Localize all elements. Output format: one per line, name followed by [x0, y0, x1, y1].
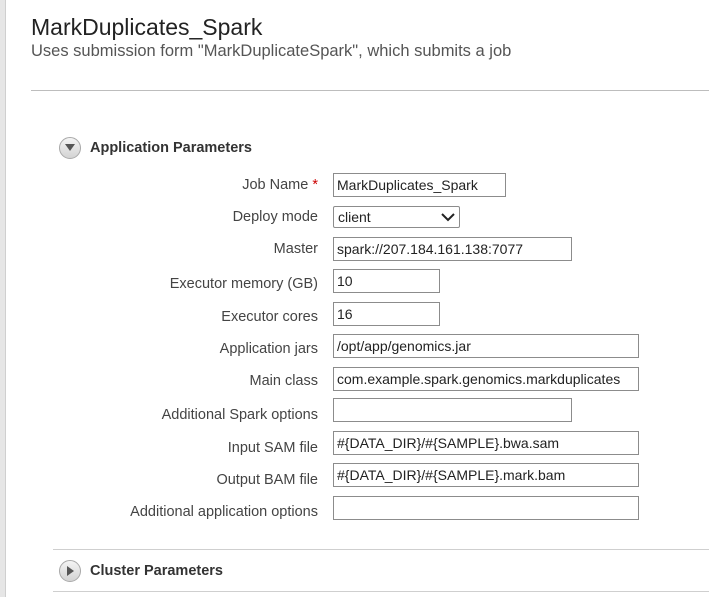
section-divider	[53, 549, 709, 550]
job-name-label: Job Name *	[242, 177, 318, 193]
application-parameters-header[interactable]: Application Parameters	[59, 137, 252, 159]
deploy-mode-label: Deploy mode	[232, 209, 318, 225]
master-input[interactable]: spark://207.184.161.138:7077	[333, 237, 572, 261]
additional-spark-options-label: Additional Spark options	[161, 407, 318, 423]
executor-cores-input[interactable]: 16	[333, 302, 440, 326]
executor-cores-row: Executor cores 16	[0, 302, 709, 326]
additional-application-options-input[interactable]	[333, 496, 639, 520]
additional-spark-options-row: Additional Spark options	[0, 398, 709, 423]
application-jars-label: Application jars	[219, 341, 318, 357]
main-class-input[interactable]: com.example.spark.genomics.markduplicate…	[333, 367, 639, 391]
input-sam-file-row: Input SAM file #{DATA_DIR}/#{SAMPLE}.bwa…	[0, 431, 709, 456]
job-name-input[interactable]: MarkDuplicates_Spark	[333, 173, 506, 197]
cluster-parameters-header[interactable]: Cluster Parameters	[59, 560, 223, 582]
output-bam-file-input[interactable]: #{DATA_DIR}/#{SAMPLE}.mark.bam	[333, 463, 639, 487]
deploy-mode-value: client	[338, 209, 371, 225]
application-jars-row: Application jars /opt/app/genomics.jar	[0, 334, 709, 358]
main-class-label: Main class	[249, 373, 319, 389]
deploy-mode-row: Deploy mode client	[0, 205, 709, 229]
deploy-mode-select[interactable]: client	[333, 206, 460, 228]
cluster-parameters-label: Cluster Parameters	[90, 563, 223, 579]
executor-memory-label: Executor memory (GB)	[169, 276, 318, 292]
section-divider-bottom	[53, 591, 709, 592]
application-jars-input[interactable]: /opt/app/genomics.jar	[333, 334, 639, 358]
executor-cores-label: Executor cores	[221, 309, 318, 325]
chevron-down-icon	[441, 209, 455, 225]
executor-memory-row: Executor memory (GB) 10	[0, 269, 709, 293]
executor-memory-input[interactable]: 10	[333, 269, 440, 293]
header-divider	[31, 90, 709, 91]
master-label: Master	[273, 241, 318, 257]
output-bam-file-label: Output BAM file	[216, 472, 318, 488]
input-sam-file-label: Input SAM file	[227, 440, 318, 456]
page-title: MarkDuplicates_Spark	[31, 14, 263, 40]
required-marker: *	[312, 177, 318, 193]
main-class-row: Main class com.example.spark.genomics.ma…	[0, 367, 709, 391]
job-name-row: Job Name * MarkDuplicates_Spark	[0, 173, 709, 197]
page-subtitle: Uses submission form "MarkDuplicateSpark…	[31, 42, 512, 60]
application-parameters-label: Application Parameters	[90, 140, 252, 156]
additional-application-options-row: Additional application options	[0, 496, 709, 520]
chevron-down-icon[interactable]	[59, 137, 81, 159]
input-sam-file-input[interactable]: #{DATA_DIR}/#{SAMPLE}.bwa.sam	[333, 431, 639, 455]
additional-spark-options-input[interactable]	[333, 398, 572, 422]
output-bam-file-row: Output BAM file #{DATA_DIR}/#{SAMPLE}.ma…	[0, 463, 709, 488]
master-row: Master spark://207.184.161.138:7077	[0, 237, 709, 261]
chevron-right-icon[interactable]	[59, 560, 81, 582]
additional-application-options-label: Additional application options	[130, 504, 318, 520]
